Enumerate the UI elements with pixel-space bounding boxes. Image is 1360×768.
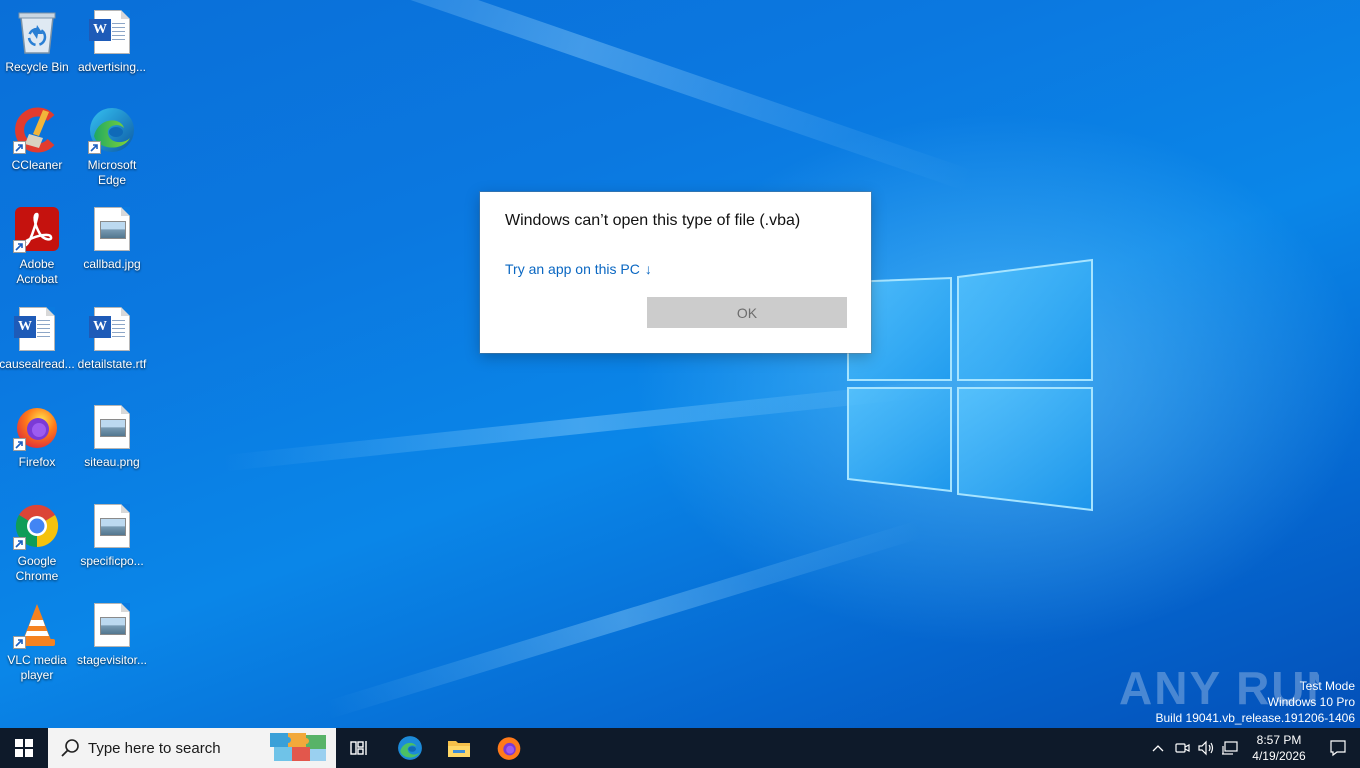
- shortcut-arrow-icon: [88, 141, 101, 154]
- desktop-icon-siteau[interactable]: siteau.png: [75, 403, 149, 470]
- edge-icon: [88, 106, 136, 154]
- ccleaner-icon: [13, 106, 61, 154]
- shortcut-arrow-icon: [13, 438, 26, 451]
- notification-icon: [1330, 740, 1346, 757]
- word-badge: W: [14, 316, 36, 338]
- desktop-icon-ccleaner[interactable]: CCleaner: [0, 106, 74, 173]
- file-explorer-icon: [448, 741, 470, 757]
- start-button[interactable]: [0, 728, 48, 768]
- desktop-icon-label: VLC media player: [7, 653, 67, 682]
- desktop-icon-label: siteau.png: [84, 455, 140, 469]
- desktop-icon-label: specificpo...: [80, 554, 144, 568]
- windows-start-icon: [15, 739, 33, 757]
- word-document-icon: W: [88, 8, 136, 56]
- shortcut-arrow-icon: [13, 636, 26, 649]
- taskbar-file-explorer-button[interactable]: [435, 728, 483, 768]
- desktop-icon-google-chrome[interactable]: Google Chrome: [0, 502, 74, 584]
- tray-network-button[interactable]: [1218, 728, 1242, 768]
- light-beam: [191, 0, 974, 192]
- test-mode-label: Test Mode: [1299, 679, 1355, 693]
- tray-volume-button[interactable]: [1194, 728, 1218, 768]
- desktop-icon-advertising[interactable]: W advertising...: [75, 8, 149, 75]
- chevron-up-icon: [1152, 745, 1164, 752]
- chrome-icon: [13, 502, 61, 550]
- taskbar-firefox-button[interactable]: [485, 728, 533, 768]
- desktop-icon-label: causealread...: [0, 357, 75, 371]
- desktop: Recycle Bin CCleaner Adobe Acrobat W cau…: [0, 0, 1360, 728]
- network-icon: [1222, 741, 1238, 755]
- word-badge: W: [89, 19, 111, 41]
- shortcut-arrow-icon: [13, 141, 26, 154]
- desktop-icon-label: detailstate.rtf: [77, 357, 147, 371]
- desktop-icon-microsoft-edge[interactable]: Microsoft Edge: [75, 106, 149, 188]
- taskbar-clock[interactable]: 8:57 PM 4/19/2026: [1242, 732, 1316, 764]
- desktop-icon-specificpo[interactable]: specificpo...: [75, 502, 149, 569]
- desktop-icon-label: Microsoft Edge: [87, 158, 137, 187]
- acrobat-icon: [13, 205, 61, 253]
- taskbar-edge-button[interactable]: [386, 728, 434, 768]
- desktop-icon-recycle-bin[interactable]: Recycle Bin: [0, 8, 74, 75]
- windows-logo: [847, 258, 1093, 512]
- desktop-icon-label: Google Chrome: [15, 554, 59, 583]
- build-label: Build 19041.vb_release.191206-1406: [1155, 711, 1356, 725]
- shortcut-arrow-icon: [13, 537, 26, 550]
- word-document-icon: W: [13, 305, 61, 353]
- firefox-icon: [13, 403, 61, 451]
- task-view-button[interactable]: [336, 728, 384, 768]
- shortcut-arrow-icon: [13, 240, 26, 253]
- light-beam: [223, 380, 941, 472]
- clock-date: 4/19/2026: [1252, 749, 1306, 763]
- firefox-icon: [497, 737, 521, 760]
- image-file-icon: [88, 403, 136, 451]
- word-badge: W: [89, 316, 111, 338]
- desktop-icon-detailstate[interactable]: W detailstate.rtf: [75, 305, 149, 372]
- desktop-icon-label: Firefox: [18, 455, 56, 469]
- image-file-icon: [88, 601, 136, 649]
- desktop-icon-label: Adobe Acrobat: [16, 257, 58, 286]
- open-with-dialog: Windows can’t open this type of file (.v…: [480, 192, 871, 353]
- desktop-icon-label: CCleaner: [11, 158, 63, 172]
- search-placeholder: Type here to search: [88, 739, 221, 757]
- desktop-icon-label: advertising...: [77, 60, 147, 74]
- build-info: Test Mode Windows 10 Pro Build 19041.vb_…: [1156, 678, 1356, 726]
- dialog-title: Windows can’t open this type of file (.v…: [505, 212, 801, 229]
- arrow-down-icon: ↓: [644, 261, 652, 277]
- ok-button[interactable]: OK: [647, 297, 847, 328]
- desktop-icon-vlc[interactable]: VLC media player: [0, 601, 74, 683]
- desktop-icon-label: Recycle Bin: [5, 60, 69, 74]
- search-highlight-puzzle-icon: [270, 733, 326, 761]
- image-file-icon: [88, 502, 136, 550]
- desktop-icon-label: stagevisitor...: [76, 653, 148, 667]
- desktop-icon-callbad[interactable]: callbad.jpg: [75, 205, 149, 272]
- meet-now-icon: [1175, 743, 1190, 753]
- tray-meet-now-button[interactable]: [1170, 728, 1194, 768]
- edge-icon: [398, 736, 422, 760]
- try-app-link-label: Try an app on this PC: [505, 261, 640, 277]
- action-center-button[interactable]: [1316, 728, 1360, 768]
- desktop-icon-stagevisitor[interactable]: stagevisitor...: [75, 601, 149, 668]
- image-file-icon: [88, 205, 136, 253]
- speaker-icon: [1198, 740, 1214, 756]
- system-tray: 8:57 PM 4/19/2026: [1146, 728, 1360, 768]
- taskbar: Type here to search 8:57 PM 4/19/2026: [0, 728, 1360, 768]
- search-icon: [61, 739, 79, 757]
- desktop-icon-causealread[interactable]: W causealread...: [0, 305, 75, 372]
- edition-label: Windows 10 Pro: [1267, 695, 1355, 709]
- task-view-icon: [350, 741, 367, 755]
- light-beam: [324, 520, 923, 719]
- try-app-link[interactable]: Try an app on this PC ↓: [505, 261, 652, 277]
- taskbar-search-box[interactable]: Type here to search: [48, 728, 336, 768]
- desktop-icon-adobe-acrobat[interactable]: Adobe Acrobat: [0, 205, 74, 287]
- clock-time: 8:57 PM: [1256, 733, 1302, 747]
- desktop-icon-firefox[interactable]: Firefox: [0, 403, 74, 470]
- recycle-bin-icon: [13, 8, 61, 56]
- desktop-icon-label: callbad.jpg: [83, 257, 141, 271]
- vlc-icon: [13, 601, 61, 649]
- word-document-icon: W: [88, 305, 136, 353]
- show-hidden-icons-button[interactable]: [1146, 728, 1170, 768]
